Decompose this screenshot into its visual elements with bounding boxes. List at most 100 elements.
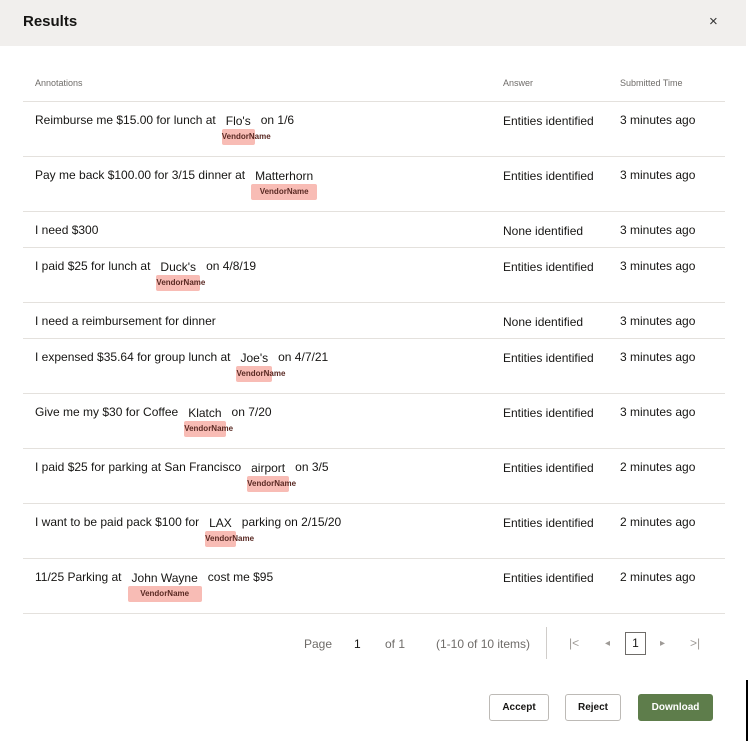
answer-cell: Entities identified [503,516,594,530]
annotation-post: on 1/6 [260,113,295,127]
submitted-time-cell: 3 minutes ago [620,223,696,237]
annotation-pre: I want to be paid pack $100 for [35,515,200,529]
annotation-post: on 4/7/21 [278,350,329,364]
dialog-title: Results [23,13,78,30]
annotation-pre: I need a reimbursement for dinner [35,314,216,328]
first-page-icon[interactable]: |< [569,636,579,650]
last-page-icon[interactable]: >| [690,636,700,650]
annotation-post: on 7/20 [231,405,272,419]
entity-tag: VendorName [247,476,296,492]
accept-button[interactable]: Accept [489,694,549,721]
dialog-header: Results × [0,0,746,46]
annotation-post: parking on 2/15/20 [241,515,342,529]
entity-annotation[interactable]: Flo's VendorName [221,113,271,145]
close-icon[interactable]: × [709,13,718,31]
entity-tag: VendorName [205,531,254,547]
table-row[interactable]: I paid $25 for parking at San Francisco a… [23,449,725,504]
entity-text: Klatch [188,406,222,420]
submitted-time-cell: 3 minutes ago [620,259,696,273]
entity-tag: VendorName [184,421,233,437]
entity-annotation[interactable]: Duck's VendorName [156,259,205,291]
table-row[interactable]: I want to be paid pack $100 for LAX Vendor… [23,504,725,559]
entity-tag: VendorName [236,366,285,382]
annotation-pre: Reimburse me $15.00 for lunch at [35,113,216,127]
reject-button[interactable]: Reject [565,694,621,721]
submitted-time-cell: 3 minutes ago [620,168,696,182]
entity-annotation[interactable]: LAX VendorName [205,515,254,547]
entity-text: Matterhorn [255,169,314,183]
answer-cell: Entities identified [503,571,594,585]
header-annotations[interactable]: Annotations [35,78,83,88]
answer-cell: Entities identified [503,406,594,420]
page-input[interactable]: 1 [354,637,361,651]
annotation-post: on 3/5 [295,460,329,474]
entity-tag: VendorName [221,129,271,145]
answer-cell: None identified [503,224,584,238]
current-page-button[interactable]: 1 [625,632,646,655]
page-total: of 1 [385,637,406,651]
answer-cell: Entities identified [503,351,594,365]
entity-text: Flo's [225,114,251,128]
annotation-pre: I paid $25 for parking at San Francisco [35,460,242,474]
download-button[interactable]: Download [638,694,713,721]
annotation-pre: I need $300 [35,223,99,237]
entity-tag: VendorName [156,275,205,291]
annotation-text: Reimburse me $15.00 for lunch at Flo's Ven… [35,113,295,145]
table-row[interactable]: Reimburse me $15.00 for lunch at Flo's Ven… [23,102,725,157]
entity-text: Joe's [240,351,269,365]
annotation-pre: Give me my $30 for Coffee [35,405,179,419]
annotation-pre: I paid $25 for lunch at [35,259,151,273]
annotation-text: I want to be paid pack $100 for LAX Vendor… [35,515,342,547]
submitted-time-cell: 2 minutes ago [620,570,696,584]
entity-annotation[interactable]: Klatch VendorName [184,405,233,437]
annotation-pre: Pay me back $100.00 for 3/15 dinner at [35,168,246,182]
annotation-pre: I expensed $35.64 for group lunch at [35,350,231,364]
table-row[interactable]: I expensed $35.64 for group lunch at Joe'… [23,339,725,394]
entity-annotation[interactable]: airport VendorName [247,460,296,492]
annotation-post: cost me $95 [207,570,274,584]
submitted-time-cell: 3 minutes ago [620,405,696,419]
submitted-time-cell: 2 minutes ago [620,515,696,529]
annotation-text: 11/25 Parking at John Wayne VendorName cost… [35,570,274,602]
annotation-pre: 11/25 Parking at [35,570,122,584]
entity-tag: VendorName [251,184,318,200]
pagination: Page 1 of 1 (1-10 of 10 items) |< ◂ 1 ▸ … [0,627,748,659]
answer-cell: None identified [503,315,584,329]
table-row[interactable]: I paid $25 for lunch at Duck's VendorName o… [23,248,725,303]
annotation-text: I paid $25 for parking at San Francisco a… [35,460,329,492]
submitted-time-cell: 3 minutes ago [620,113,696,127]
results-table: Annotations Answer Submitted Time Reimbu… [23,68,725,614]
header-answer[interactable]: Answer [503,78,533,88]
submitted-time-cell: 3 minutes ago [620,350,696,364]
annotation-text: I paid $25 for lunch at Duck's VendorName o… [35,259,256,291]
entity-text: Duck's [160,260,197,274]
entity-annotation[interactable]: Matterhorn VendorName [251,168,318,200]
entity-tag: VendorName [127,586,202,602]
items-count: (1-10 of 10 items) [436,637,531,651]
pagination-divider [546,627,547,659]
table-row[interactable]: Give me my $30 for Coffee Klatch VendorNam… [23,394,725,449]
answer-cell: Entities identified [503,260,594,274]
header-submitted-time[interactable]: Submitted Time [620,78,683,88]
page-label: Page [304,637,333,651]
annotation-text: I need $300 [35,223,98,237]
prev-page-icon[interactable]: ◂ [605,638,610,649]
annotation-text: Pay me back $100.00 for 3/15 dinner at Ma… [35,168,323,200]
submitted-time-cell: 2 minutes ago [620,460,696,474]
next-page-icon[interactable]: ▸ [660,638,665,649]
answer-cell: Entities identified [503,461,594,475]
annotation-text: I need a reimbursement for dinner [35,314,216,328]
table-row[interactable]: I need $300 None identified 3 minutes ago [23,212,725,248]
table-row[interactable]: Pay me back $100.00 for 3/15 dinner at Ma… [23,157,725,212]
submitted-time-cell: 3 minutes ago [620,314,696,328]
answer-cell: Entities identified [503,114,594,128]
entity-annotation[interactable]: John Wayne VendorName [127,570,202,602]
table-header: Annotations Answer Submitted Time [23,68,725,102]
entity-text: LAX [209,516,232,530]
table-row[interactable]: 11/25 Parking at John Wayne VendorName cost… [23,559,725,614]
entity-text: John Wayne [131,571,198,585]
answer-cell: Entities identified [503,169,594,183]
table-row[interactable]: I need a reimbursement for dinner None id… [23,303,725,339]
entity-annotation[interactable]: Joe's VendorName [236,350,285,382]
annotation-text: Give me my $30 for Coffee Klatch VendorNam… [35,405,272,437]
